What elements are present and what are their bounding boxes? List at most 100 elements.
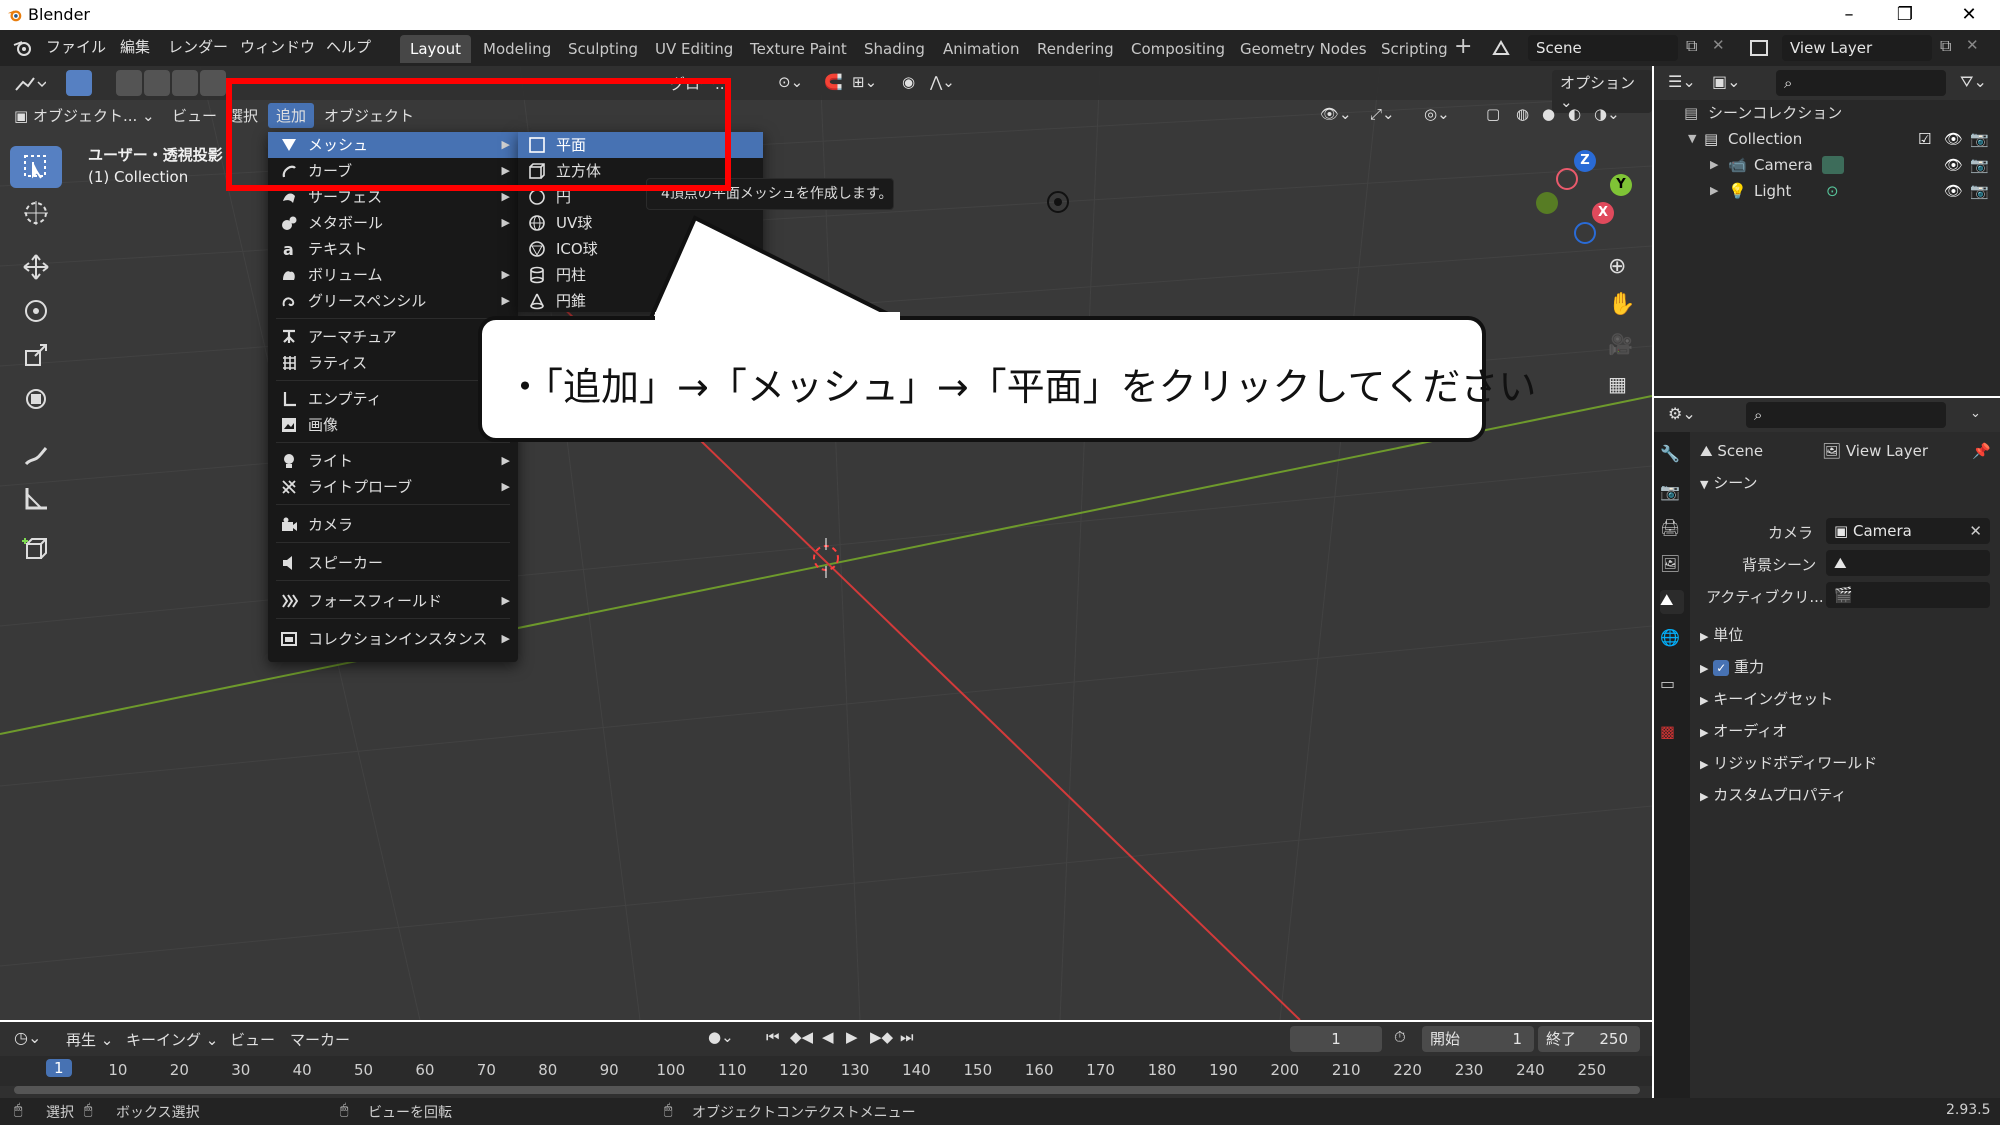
proportional-edit-icon[interactable]: ◉: [902, 73, 915, 91]
tab-shading[interactable]: Shading: [854, 35, 935, 63]
menu-file[interactable]: ファイル: [46, 36, 106, 57]
tool-scale[interactable]: [10, 334, 62, 376]
solid-shading-icon[interactable]: ●: [1542, 105, 1555, 123]
tab-rendering[interactable]: Rendering: [1027, 35, 1124, 63]
tool-add-cube[interactable]: [10, 528, 62, 570]
render-camera-icon[interactable]: 📷: [1970, 178, 1989, 204]
play-icon[interactable]: ▶: [846, 1028, 858, 1046]
prev-keyframe-icon[interactable]: ◆◀: [790, 1028, 813, 1046]
scene-tab-icon[interactable]: ⛰: [1660, 590, 1684, 614]
view-layer-tab-icon[interactable]: 🖼: [1660, 554, 1684, 578]
tool-move[interactable]: [10, 246, 62, 288]
scene-panel-header[interactable]: ▼ シーン: [1700, 468, 2000, 498]
blender-menu-icon[interactable]: [12, 38, 34, 58]
minimize-button[interactable]: –: [1826, 2, 1872, 28]
tab-animation[interactable]: Animation: [933, 35, 1029, 63]
output-tab-icon[interactable]: 🖨: [1660, 518, 1684, 542]
mode-dropdown[interactable]: ▣ オブジェクト... ⌄: [14, 105, 155, 126]
tab-layout[interactable]: Layout: [400, 35, 471, 63]
timeline-view-menu[interactable]: ビュー: [230, 1029, 275, 1050]
expand-arrow-icon[interactable]: ▶: [1710, 178, 1718, 204]
play-reverse-icon[interactable]: ◀: [822, 1028, 834, 1046]
gravity-checkbox[interactable]: ✓: [1713, 660, 1730, 676]
snap-target-dropdown[interactable]: ⊞⌄: [852, 73, 877, 91]
ortho-toggle-icon[interactable]: ▦: [1608, 372, 1638, 402]
auto-keying-icon[interactable]: ●⌄: [708, 1028, 734, 1046]
copy-view-layer-icon[interactable]: ⧉: [1940, 36, 1951, 56]
add-menu-item-volume[interactable]: ボリューム ▶: [268, 262, 518, 288]
render-tab-icon[interactable]: 📷: [1660, 482, 1684, 506]
outliner-editor-icon[interactable]: ☰⌄: [1668, 72, 1696, 91]
tool-transform[interactable]: [10, 378, 62, 420]
menu-edit[interactable]: 編集: [120, 36, 150, 57]
add-menu-item-metaball[interactable]: メタボール ▶: [268, 210, 518, 236]
start-frame-field[interactable]: 開始 1: [1422, 1026, 1534, 1052]
tab-geometry-nodes[interactable]: Geometry Nodes: [1230, 35, 1377, 63]
add-menu-item-speaker[interactable]: スピーカー: [268, 550, 518, 576]
add-menu-item-light-probe[interactable]: ライトプローブ ▶: [268, 474, 518, 500]
clear-field-icon[interactable]: ✕: [1969, 518, 1982, 544]
zoom-icon[interactable]: ⊕: [1608, 254, 1638, 284]
exclude-checkbox-icon[interactable]: ☑: [1918, 126, 1931, 152]
texture-tab-icon[interactable]: ▩: [1660, 722, 1684, 746]
add-menu-item-text[interactable]: a テキスト: [268, 236, 518, 262]
visibility-eye-icon[interactable]: 👁: [1944, 178, 1963, 204]
select-tweak-icon[interactable]: [66, 70, 92, 96]
collection-tab-icon[interactable]: ▭: [1660, 674, 1684, 698]
select-subtract-icon[interactable]: [172, 70, 198, 96]
mesh-cylinder-item[interactable]: 円柱: [518, 262, 763, 288]
outliner-search-input[interactable]: ⌕: [1776, 70, 1946, 96]
playback-menu[interactable]: 再生 ⌄: [66, 1029, 113, 1050]
visibility-eye-icon[interactable]: 👁: [1944, 126, 1963, 152]
mesh-uv-sphere-item[interactable]: UV球: [518, 210, 763, 236]
proportional-falloff-icon[interactable]: ⋀⌄: [930, 73, 955, 91]
camera-data-icon[interactable]: [1822, 156, 1844, 174]
menu-help[interactable]: ヘルプ: [326, 36, 371, 57]
view-layer-field[interactable]: View Layer: [1782, 35, 1932, 61]
camera-view-icon[interactable]: 🎥: [1608, 332, 1638, 362]
timeline-ruler[interactable]: 1 10 20 30 40 50 60 70 80 90 100 110 120 130 140 150 160…: [0, 1056, 1652, 1086]
select-invert-icon[interactable]: [200, 70, 226, 96]
camera-row[interactable]: ▶ 📹 Camera 👁 📷: [1654, 152, 2000, 178]
rigid-body-world-panel-header[interactable]: ▶ リジッドボディワールド: [1700, 748, 2000, 778]
tab-compositing[interactable]: Compositing: [1121, 35, 1235, 63]
keying-menu[interactable]: キーイング ⌄: [126, 1029, 218, 1050]
camera-field[interactable]: ▣ Camera ✕: [1826, 518, 1990, 544]
render-camera-icon[interactable]: 📷: [1970, 126, 1989, 152]
gizmo-z-icon[interactable]: Z: [1574, 150, 1596, 172]
tab-uv-editing[interactable]: UV Editing: [645, 35, 743, 63]
rendered-shading-icon[interactable]: ◑⌄: [1594, 105, 1620, 123]
expand-arrow-icon[interactable]: ▼: [1688, 126, 1696, 152]
audio-panel-header[interactable]: ▶ オーディオ: [1700, 716, 2000, 746]
stopwatch-icon[interactable]: ⏱: [1394, 1028, 1406, 1046]
tool-select-box[interactable]: [10, 146, 62, 188]
timeline-editor-icon[interactable]: ◷⌄: [14, 1028, 41, 1047]
material-shading-icon[interactable]: ◐: [1568, 105, 1581, 123]
jump-start-icon[interactable]: ⏮: [766, 1028, 780, 1046]
delete-view-layer-icon[interactable]: ✕: [1966, 36, 1979, 54]
close-window-button[interactable]: ✕: [1946, 2, 1992, 28]
wireframe-shading-icon[interactable]: ◍: [1516, 105, 1529, 123]
tool-cursor[interactable]: [10, 192, 62, 234]
select-extend-icon[interactable]: [144, 70, 170, 96]
keying-sets-panel-header[interactable]: ▶ キーイングセット: [1700, 684, 2000, 714]
tool-rotate[interactable]: [10, 290, 62, 332]
maximize-button[interactable]: ❐: [1882, 2, 1928, 28]
tool-measure[interactable]: [10, 478, 62, 520]
snap-icon[interactable]: 🧲: [824, 73, 843, 91]
menu-view[interactable]: ビュー: [172, 105, 217, 126]
gizmo-x-icon[interactable]: X: [1592, 202, 1614, 224]
add-menu-item-force-field[interactable]: フォースフィールド ▶: [268, 588, 518, 614]
next-keyframe-icon[interactable]: ▶◆: [870, 1028, 893, 1046]
world-tab-icon[interactable]: 🌐: [1660, 628, 1684, 652]
gizmo-neg-z-icon[interactable]: [1574, 222, 1596, 244]
properties-editor-icon[interactable]: ⚙⌄: [1668, 404, 1696, 423]
gizmo-toggle-icon[interactable]: ⤢⌄: [1370, 105, 1395, 123]
units-panel-header[interactable]: ▶ 単位: [1700, 620, 2000, 650]
tab-scripting[interactable]: Scripting: [1371, 35, 1458, 63]
chevron-down-icon[interactable]: ⌄: [1970, 406, 1981, 421]
tool-annotate[interactable]: [10, 434, 62, 476]
delete-scene-icon[interactable]: ✕: [1712, 36, 1725, 54]
render-camera-icon[interactable]: 📷: [1970, 152, 1989, 178]
overlay-toggle-icon[interactable]: ◎⌄: [1424, 105, 1450, 123]
